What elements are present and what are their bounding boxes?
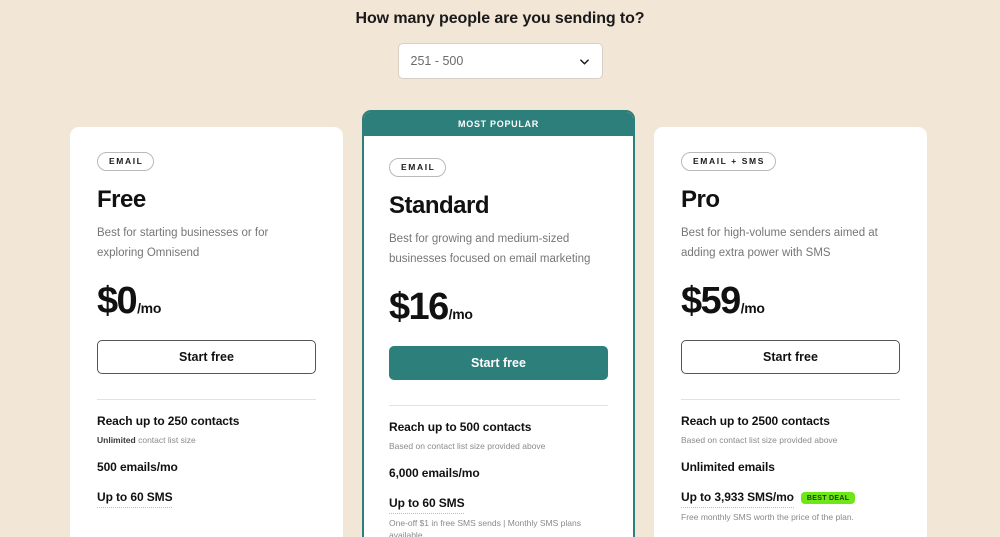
feature-item: Unlimited emails [681,459,900,477]
plan-price-row: $16 /mo [389,288,608,326]
feature-subtitle-strong: Unlimited [97,434,136,445]
feature-item: Up to 60 SMS [97,490,316,508]
audience-size-select-value: 251 - 500 [410,54,464,68]
feature-item: Reach up to 250 contacts Unlimited conta… [97,413,316,446]
feature-title[interactable]: Up to 60 SMS [97,490,173,508]
feature-title[interactable]: Up to 60 SMS [389,496,465,514]
plan-selector-header: How many people are you sending to? 251 … [0,0,1000,79]
feature-item: 500 emails/mo [97,459,316,477]
plan-price-row: $59 /mo [681,282,900,320]
plan-description: Best for high-volume senders aimed at ad… [681,226,878,259]
plan-price: $59 [681,279,741,322]
plan-price: $16 [389,285,449,328]
feature-title: Unlimited emails [681,460,775,475]
best-deal-badge: BEST DEAL [800,491,856,504]
plan-name: Pro [681,185,720,213]
feature-item: 6,000 emails/mo [389,465,608,483]
plan-name: Standard [389,191,490,219]
feature-subtitle: Based on contact list size provided abov… [681,434,838,445]
audience-size-select-wrap: 251 - 500 [397,43,603,79]
feature-title: Reach up to 500 contacts [389,420,532,435]
feature-title: Reach up to 250 contacts [97,414,240,429]
pricing-card-free: EMAIL Free Best for starting businesses … [70,127,343,537]
start-free-button[interactable]: Start free [389,345,608,380]
feature-item: Up to 3,933 SMS/mo BEST DEAL Free monthly… [681,490,900,523]
feature-title: 6,000 emails/mo [389,466,480,481]
feature-subtitle: Free monthly SMS worth the price of the … [681,511,854,522]
feature-subtitle: One-off $1 in free SMS sends | Monthly S… [389,517,581,537]
pricing-card-pro: EMAIL + SMS Pro Best for high-volume sen… [654,127,927,537]
pricing-card-standard: MOST POPULAR EMAIL Standard Best for gro… [362,110,635,537]
plan-description: Best for starting businesses or for expl… [97,226,269,259]
feature-title[interactable]: Up to 3,933 SMS/mo [681,490,794,508]
plan-type-badge: EMAIL [97,152,155,171]
plan-price-row: $0 /mo [97,282,316,320]
feature-subtitle: Based on contact list size provided abov… [389,440,546,451]
chevron-down-icon [579,58,589,65]
feature-list: Reach up to 500 contacts Based on contac… [389,406,608,537]
start-free-button[interactable]: Start free [681,339,900,374]
start-free-button[interactable]: Start free [97,339,316,374]
page-title: How many people are you sending to? [355,10,645,27]
feature-subtitle: Unlimited contact list size [97,434,316,446]
feature-item: Reach up to 500 contacts Based on contac… [389,419,608,452]
feature-list: Reach up to 250 contacts Unlimited conta… [97,400,316,537]
plan-name: Free [97,185,146,213]
audience-size-select[interactable]: 251 - 500 [397,43,603,79]
plan-price: $0 [97,279,138,322]
most-popular-banner: MOST POPULAR [364,112,633,136]
feature-list: Reach up to 2500 contacts Based on conta… [681,400,900,537]
plan-price-suffix: /mo [448,305,473,322]
feature-subtitle-rest: contact list size [135,434,196,445]
plan-description: Best for growing and medium-sized busine… [389,232,591,265]
plan-price-suffix: /mo [740,299,765,316]
feature-title: 500 emails/mo [97,460,178,475]
plan-type-badge: EMAIL + SMS [681,152,776,171]
plan-type-badge: EMAIL [389,158,447,177]
pricing-cards: EMAIL Free Best for starting businesses … [0,110,1000,537]
plan-price-suffix: /mo [137,299,162,316]
feature-item: Up to 60 SMS One-off $1 in free SMS send… [389,496,608,537]
feature-item: Reach up to 2500 contacts Based on conta… [681,413,900,446]
feature-title: Reach up to 2500 contacts [681,414,830,429]
